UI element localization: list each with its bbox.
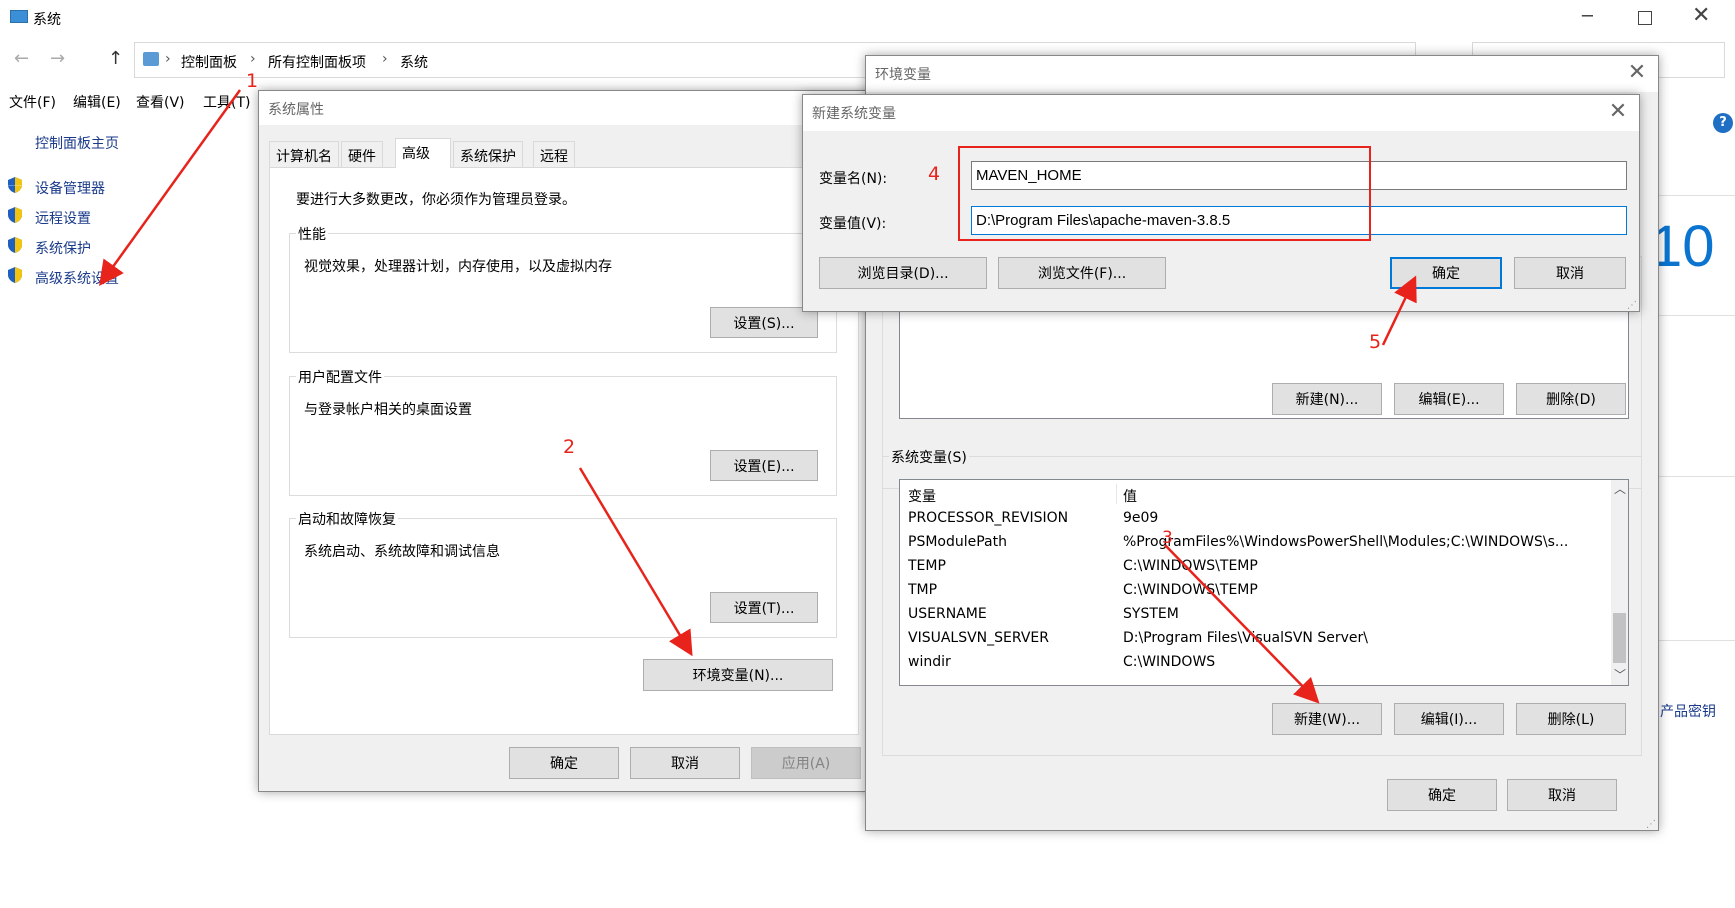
annotation-arrow-3 [1164,544,1320,704]
annotation-arrow-2 [578,467,693,657]
tab-advanced[interactable]: 高级 [395,138,451,168]
annotation-arrow-5 [1381,275,1417,346]
annotation-arrows [99,89,1417,704]
annotation-arrow-1 [99,89,242,287]
